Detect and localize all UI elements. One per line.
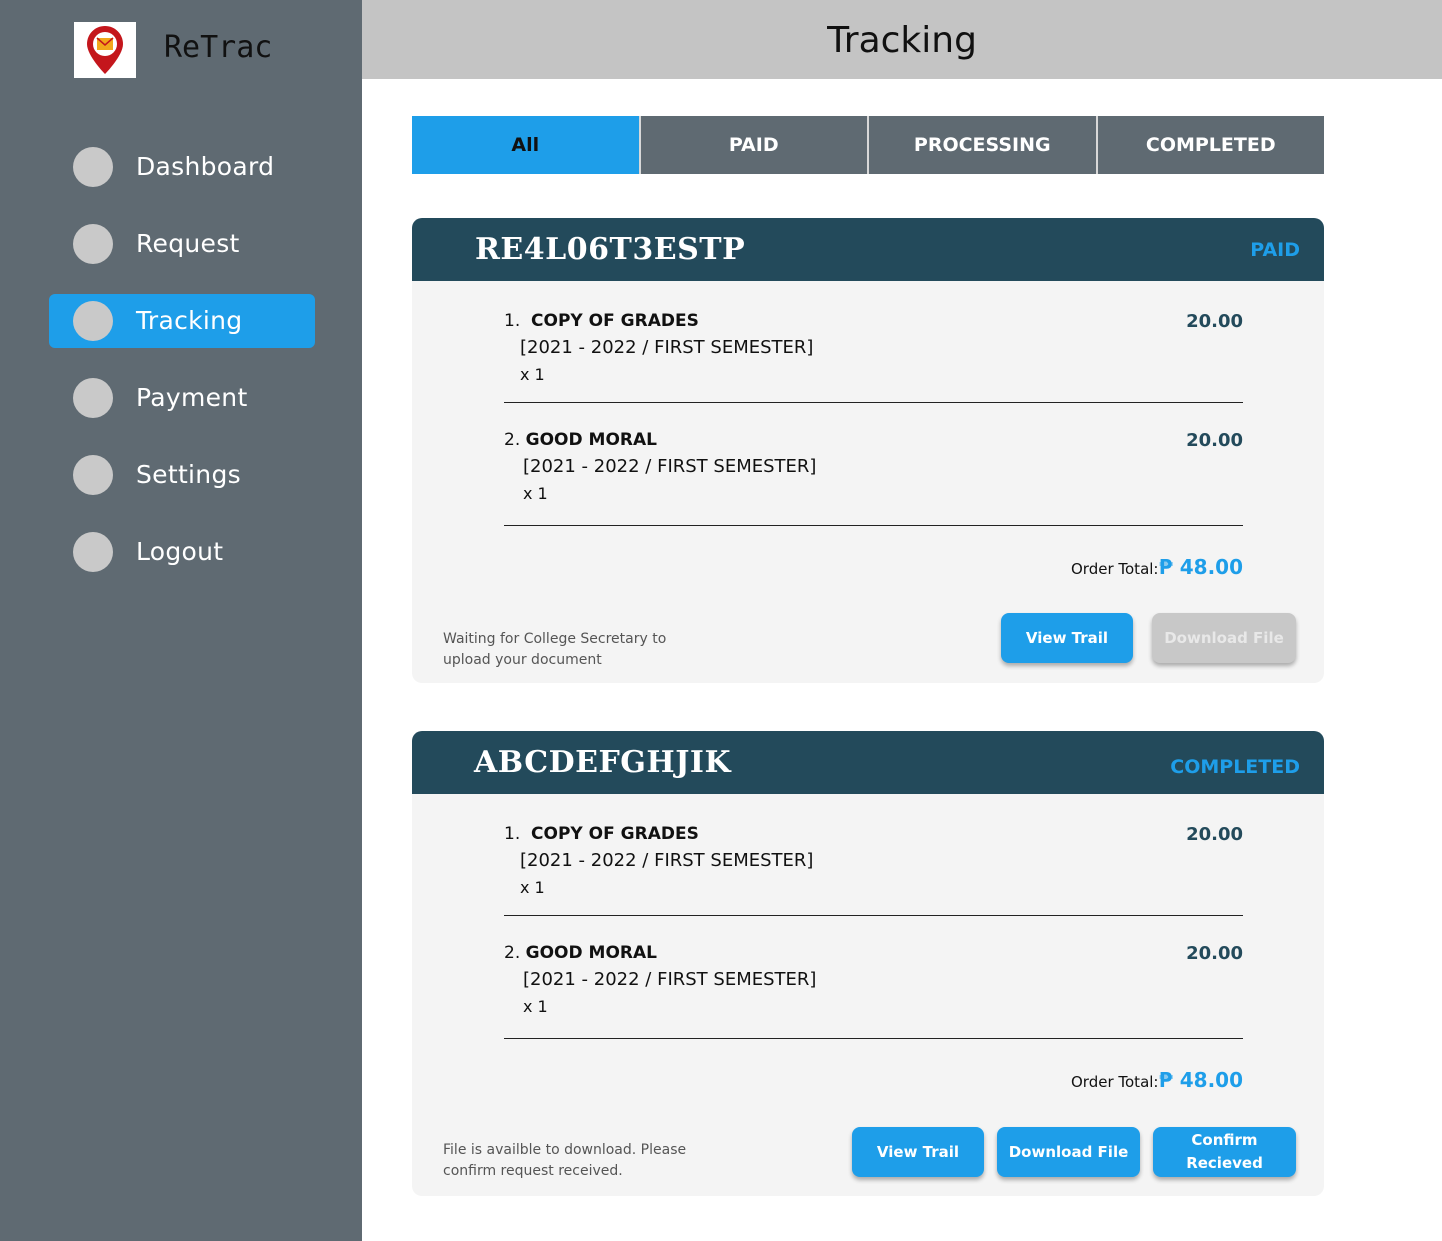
list-item-price: 20.00 xyxy=(1186,943,1243,964)
sidebar-item-payment[interactable]: Payment xyxy=(49,371,315,425)
sidebar-item-label: Logout xyxy=(136,537,224,566)
divider xyxy=(504,525,1243,526)
list-item-qty: x 1 xyxy=(523,484,548,503)
app-name: ReTrac xyxy=(164,30,273,65)
page-title: Tracking xyxy=(827,20,977,61)
sidebar-item-dashboard[interactable]: Dashboard xyxy=(49,140,315,194)
order-card-header: RE4L06T3ESTP PAID xyxy=(412,218,1324,281)
logout-icon xyxy=(73,532,113,572)
order-id: RE4L06T3ESTP xyxy=(475,232,746,267)
list-item-name: 1. COPY OF GRADES xyxy=(504,824,699,844)
order-total-label: Order Total: xyxy=(1071,560,1159,578)
divider xyxy=(504,915,1243,916)
sidebar-item-request[interactable]: Request xyxy=(49,217,315,271)
order-card: ABCDEFGHJIK COMPLETED 1. COPY OF GRADES … xyxy=(412,731,1324,1196)
sidebar-item-label: Request xyxy=(136,229,240,258)
sidebar-item-tracking[interactable]: Tracking xyxy=(49,294,315,348)
list-item-term: [2021 - 2022 / FIRST SEMESTER] xyxy=(520,337,814,358)
sidebar-item-label: Dashboard xyxy=(136,152,275,181)
order-id: ABCDEFGHJIK xyxy=(474,745,732,780)
list-item-term: [2021 - 2022 / FIRST SEMESTER] xyxy=(523,456,817,477)
sidebar-item-label: Settings xyxy=(136,460,241,489)
app-logo xyxy=(74,22,136,78)
order-status-note: Waiting for College Secretary to upload … xyxy=(443,631,667,668)
settings-icon xyxy=(73,455,113,495)
divider xyxy=(504,402,1243,403)
location-pin-mail-icon xyxy=(87,26,123,74)
tab-paid[interactable]: PAID xyxy=(638,116,867,174)
list-item-qty: x 1 xyxy=(520,365,545,384)
order-total-label: Order Total: xyxy=(1071,1073,1159,1091)
view-trail-button[interactable]: View Trail xyxy=(852,1127,984,1177)
list-item-qty: x 1 xyxy=(523,997,548,1016)
order-card: RE4L06T3ESTP PAID 1. COPY OF GRADES [202… xyxy=(412,218,1324,683)
order-status-note: File is availble to download. Please con… xyxy=(443,1142,687,1179)
tab-completed[interactable]: COMPLETED xyxy=(1095,116,1324,174)
sidebar: ReTrac Dashboard Request Tracking Paymen… xyxy=(0,0,362,1241)
sidebar-item-logout[interactable]: Logout xyxy=(49,525,315,579)
payment-icon xyxy=(73,378,113,418)
list-item-price: 20.00 xyxy=(1186,311,1243,332)
request-icon xyxy=(73,224,113,264)
list-item-name: 2. GOOD MORAL xyxy=(504,943,657,963)
tab-processing[interactable]: PROCESSING xyxy=(867,116,1096,174)
list-item-name: 1. COPY OF GRADES xyxy=(504,311,699,331)
list-item-qty: x 1 xyxy=(520,878,545,897)
dashboard-icon xyxy=(73,147,113,187)
status-badge: COMPLETED xyxy=(1170,756,1300,778)
order-card-header: ABCDEFGHJIK COMPLETED xyxy=(412,731,1324,794)
confirm-received-button[interactable]: Confirm Recieved xyxy=(1153,1127,1296,1177)
filter-tabs: All PAID PROCESSING COMPLETED xyxy=(412,116,1324,174)
list-item-name: 2. GOOD MORAL xyxy=(504,430,657,450)
download-file-button[interactable]: Download File xyxy=(997,1127,1140,1177)
order-total-value: ₱ 48.00 xyxy=(1158,1068,1243,1092)
page-header: Tracking xyxy=(362,0,1442,79)
list-item-price: 20.00 xyxy=(1186,824,1243,845)
tab-all[interactable]: All xyxy=(412,116,639,174)
sidebar-item-label: Payment xyxy=(136,383,248,412)
list-item-price: 20.00 xyxy=(1186,430,1243,451)
list-item-term: [2021 - 2022 / FIRST SEMESTER] xyxy=(523,969,817,990)
view-trail-button[interactable]: View Trail xyxy=(1001,613,1133,663)
list-item-term: [2021 - 2022 / FIRST SEMESTER] xyxy=(520,850,814,871)
divider xyxy=(504,1038,1243,1039)
status-badge: PAID xyxy=(1250,239,1300,261)
tracking-icon xyxy=(73,301,113,341)
sidebar-item-label: Tracking xyxy=(136,306,243,335)
download-file-button[interactable]: Download File xyxy=(1152,613,1296,663)
sidebar-item-settings[interactable]: Settings xyxy=(49,448,315,502)
order-total-value: ₱ 48.00 xyxy=(1158,555,1243,579)
